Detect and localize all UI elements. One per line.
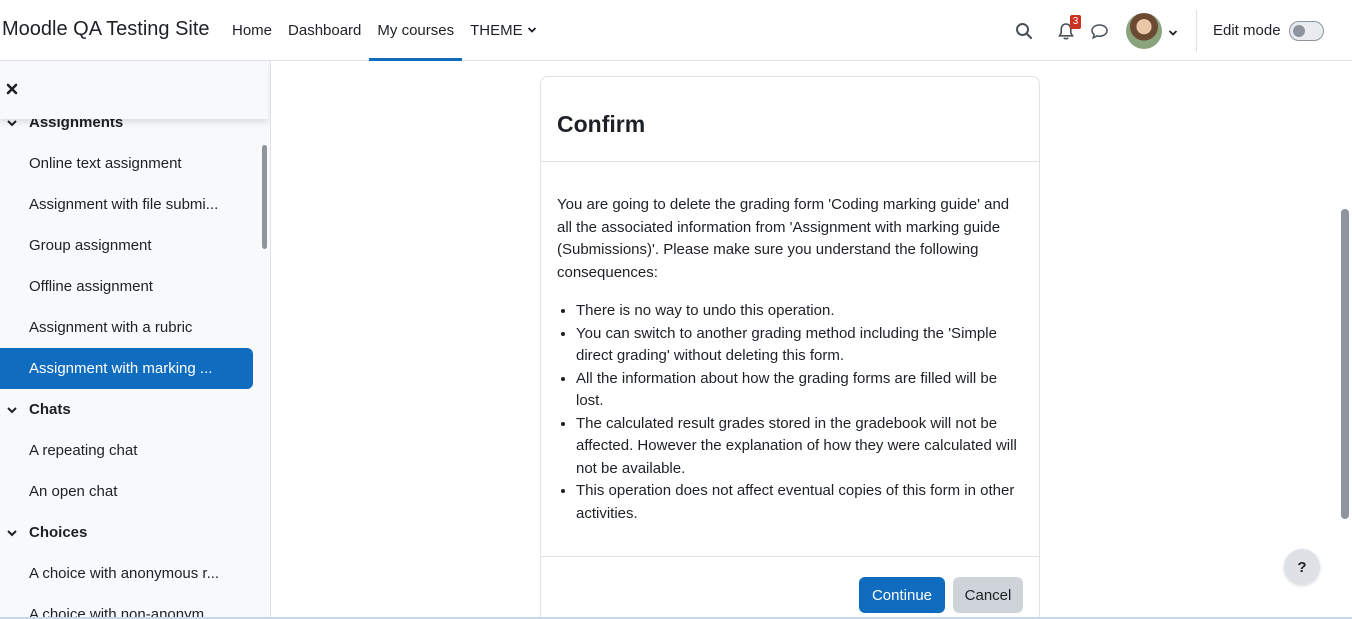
- drawer-header: [0, 61, 268, 119]
- course-index-item[interactable]: A choice with anonymous r...: [0, 553, 253, 594]
- toggle-knob: [1293, 25, 1305, 37]
- consequence-item: The calculated result grades stored in t…: [576, 413, 1027, 481]
- consequence-item: This operation does not affect eventual …: [576, 480, 1027, 525]
- course-index-item[interactable]: An open chat: [0, 471, 253, 512]
- nav-home[interactable]: Home: [224, 0, 280, 60]
- section-chats[interactable]: Chats: [0, 389, 253, 430]
- navbar-divider: [1196, 10, 1197, 52]
- section-choices[interactable]: Choices: [0, 512, 253, 553]
- drawer-scrollbar[interactable]: [262, 145, 267, 249]
- consequence-item: All the information about how the gradin…: [576, 368, 1027, 413]
- page-scrollbar[interactable]: [1341, 209, 1349, 519]
- continue-button[interactable]: Continue: [859, 577, 945, 613]
- course-index-item[interactable]: A repeating chat: [0, 430, 253, 471]
- course-index-item[interactable]: Offline assignment: [0, 266, 253, 307]
- modal-intro-text: You are going to delete the grading form…: [557, 196, 1010, 281]
- user-avatar[interactable]: [1126, 13, 1162, 49]
- consequences-list: There is no way to undo this operation. …: [557, 300, 1027, 525]
- chevron-down-icon[interactable]: [6, 526, 18, 543]
- site-name[interactable]: Moodle QA Testing Site: [2, 18, 210, 41]
- consequence-item: You can switch to another grading method…: [576, 323, 1027, 368]
- nav-dashboard[interactable]: Dashboard: [280, 0, 369, 60]
- edit-mode-label: Edit mode: [1213, 22, 1281, 39]
- nav-theme-label: THEME: [470, 21, 523, 39]
- course-index-item[interactable]: Assignment with file submi...: [0, 184, 253, 225]
- chevron-down-icon[interactable]: [6, 403, 18, 420]
- top-navbar: Moodle QA Testing Site Home Dashboard My…: [0, 0, 1352, 61]
- course-index-item[interactable]: Assignment with a rubric: [0, 307, 253, 348]
- course-index-drawer: Assignments Online text assignment Assig…: [0, 61, 271, 619]
- modal-footer-divider: [541, 556, 1039, 557]
- course-index-item[interactable]: Online text assignment: [0, 143, 253, 184]
- course-index-item[interactable]: A choice with non-anonym...: [0, 594, 253, 619]
- section-title: Choices: [29, 524, 88, 541]
- course-index-item[interactable]: Group assignment: [0, 225, 253, 266]
- messages-icon[interactable]: [1086, 18, 1112, 44]
- cancel-button[interactable]: Cancel: [953, 577, 1023, 613]
- search-icon[interactable]: [1011, 18, 1037, 44]
- primary-navigation: Home Dashboard My courses THEME: [224, 0, 545, 61]
- edit-mode-toggle[interactable]: [1289, 21, 1324, 41]
- nav-my-courses[interactable]: My courses: [369, 0, 462, 61]
- modal-title: Confirm: [557, 111, 646, 137]
- help-button[interactable]: ?: [1284, 549, 1320, 585]
- course-index-item-active[interactable]: Assignment with marking ...: [0, 348, 253, 389]
- chevron-down-icon[interactable]: [1168, 25, 1178, 42]
- section-title: Chats: [29, 401, 71, 418]
- close-icon[interactable]: [5, 82, 21, 98]
- modal-body: You are going to delete the grading form…: [557, 194, 1027, 525]
- confirm-modal: Confirm You are going to delete the grad…: [540, 76, 1040, 619]
- consequence-item: There is no way to undo this operation.: [576, 300, 1027, 323]
- chevron-down-icon: [527, 25, 537, 35]
- notification-count-badge: 3: [1070, 15, 1081, 29]
- modal-header-divider: [541, 161, 1039, 162]
- nav-theme-menu[interactable]: THEME: [462, 0, 545, 60]
